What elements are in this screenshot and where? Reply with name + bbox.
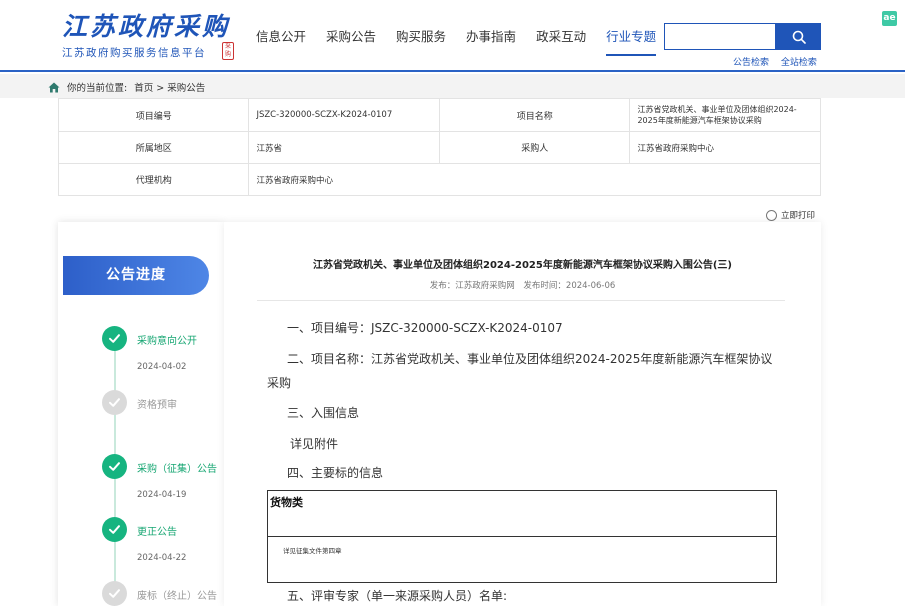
project-info-table: 项目编号 JSZC-320000-SCZX-K2024-0107 项目名称 江苏… <box>57 98 821 196</box>
section-project-name: 二、项目名称：江苏省党政机关、事业单位及团体组织2024-2025年度新能源汽车… <box>267 352 773 390</box>
nav-industry-topic[interactable]: 行业专题 <box>606 26 657 56</box>
nav-info-public[interactable]: 信息公开 <box>256 26 306 56</box>
step-label: 采购（征集）公告 <box>137 464 217 475</box>
step-date: 2024-04-02 <box>137 362 187 372</box>
article-title: 江苏省党政机关、事业单位及团体组织2024-2025年度新能源汽车框架协议采购入… <box>313 260 732 271</box>
progress-title: 公告进度 <box>63 256 209 295</box>
step-label: 更正公告 <box>137 527 177 538</box>
site-logo[interactable]: 江苏政府采购 江苏政府购买服务信息平台 采购 <box>62 12 242 64</box>
step-date: 2024-04-22 <box>137 553 187 563</box>
nav-guide[interactable]: 办事指南 <box>466 26 516 56</box>
region-value: 江苏省 <box>248 131 440 164</box>
section-award-info: 三、入围信息 <box>287 406 360 420</box>
section-main-items: 四、主要标的信息 <box>287 466 384 480</box>
search-icon <box>792 30 806 44</box>
breadcrumb-prefix: 你的当前位置: <box>67 83 128 94</box>
breadcrumb: 你的当前位置: 首页 > 采购公告 <box>48 80 205 94</box>
step-check-icon <box>102 390 127 415</box>
project-no-label: 项目编号 <box>57 98 250 132</box>
step-label: 采购意向公开 <box>137 336 197 347</box>
section-project-no: 一、项目编号：JSZC-320000-SCZX-K2024-0107 <box>287 321 563 335</box>
step-check-icon <box>102 517 127 542</box>
step-check-icon <box>102 454 127 479</box>
notice-article: 江苏省党政机关、事业单位及团体组织2024-2025年度新能源汽车框架协议采购入… <box>224 222 821 606</box>
search-links: 公告检索 全站检索 <box>733 55 826 68</box>
search-button[interactable] <box>776 23 821 50</box>
section-award-attachment[interactable]: 详见附件 <box>290 435 338 452</box>
project-no-value: JSZC-320000-SCZX-K2024-0107 <box>248 98 440 132</box>
home-icon <box>48 82 60 92</box>
step-check-icon <box>102 581 127 606</box>
print-label: 立即打印 <box>781 211 816 221</box>
goods-table-cell: 详见征集文件第四章 <box>283 547 342 555</box>
agency-value: 江苏省政府采购中心 <box>248 163 821 196</box>
breadcrumb-bar: 你的当前位置: 首页 > 采购公告 <box>0 74 905 98</box>
article-publisher: 发布：江苏政府采购网 <box>429 281 515 291</box>
section-experts: 五、评审专家（单一来源采购人员）名单: <box>287 589 508 603</box>
step-date: 2024-04-19 <box>137 490 187 500</box>
nav-interaction[interactable]: 政采互动 <box>536 26 586 56</box>
region-label: 所属地区 <box>57 131 250 164</box>
notice-progress-panel: 公告进度 采购意向公开 2024-04-02 资格预审 采购（征集）公告 202… <box>58 222 224 606</box>
logo-subtitle: 江苏政府购买服务信息平台 <box>62 47 206 59</box>
nav-purchase-service[interactable]: 购买服务 <box>396 26 446 56</box>
breadcrumb-path[interactable]: 首页 > 采购公告 <box>134 80 205 94</box>
article-meta: 发布：江苏政府采购网 发布时间：2024-06-06 <box>224 279 821 291</box>
logo-seal: 采购 <box>222 42 234 60</box>
purchaser-label: 采购人 <box>438 131 631 164</box>
step-label: 资格预审 <box>137 400 177 411</box>
goods-table-header: 货物类 <box>268 491 776 537</box>
site-search-link[interactable]: 全站检索 <box>781 58 817 68</box>
step-label: 废标（终止）公告 <box>137 591 217 602</box>
agency-label: 代理机构 <box>57 163 250 196</box>
article-publish-time: 发布时间：2024-06-06 <box>523 281 616 291</box>
nav-procurement-notice[interactable]: 采购公告 <box>326 26 376 56</box>
extension-badge-icon[interactable]: ae <box>882 11 897 26</box>
project-name-value: 江苏省党政机关、事业单位及团体组织2024-2025年度新能源汽车框架协议采购 <box>629 98 821 132</box>
article-divider <box>257 300 785 301</box>
project-name-label: 项目名称 <box>438 98 631 132</box>
notice-search-link[interactable]: 公告检索 <box>733 58 769 68</box>
site-header: 江苏政府采购 江苏政府购买服务信息平台 采购 信息公开 采购公告 购买服务 办事… <box>0 0 905 72</box>
logo-title: 江苏政府采购 <box>62 12 231 41</box>
goods-table: 货物类 详见征集文件第四章 <box>267 490 777 583</box>
print-button[interactable]: 立即打印 <box>766 209 815 221</box>
print-icon <box>766 209 777 221</box>
search-input[interactable] <box>664 23 776 50</box>
step-check-icon <box>102 326 127 351</box>
purchaser-value: 江苏省政府采购中心 <box>629 131 821 164</box>
main-nav: 信息公开 采购公告 购买服务 办事指南 政采互动 行业专题 <box>256 26 676 56</box>
